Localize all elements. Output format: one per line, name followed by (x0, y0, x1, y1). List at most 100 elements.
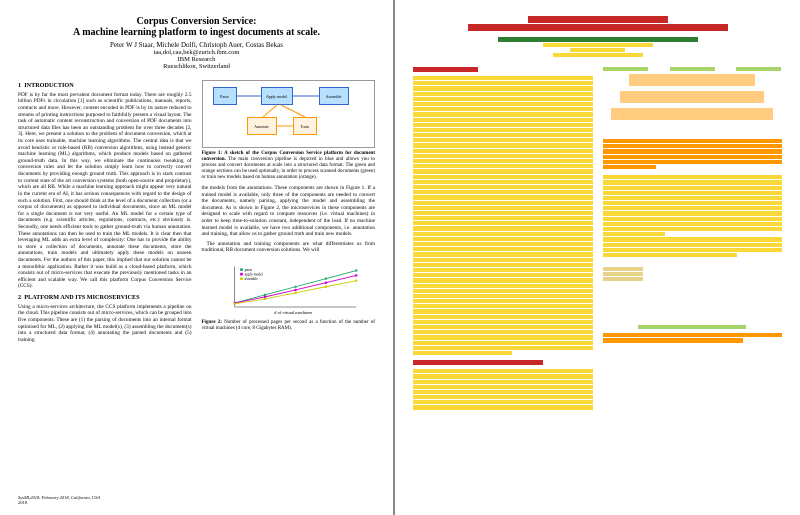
overlay-text-line (413, 81, 593, 85)
overlay-text-line (413, 330, 593, 334)
affiliation-2: Rueschlikon, Switzerland (18, 63, 375, 70)
overlay-text-line (413, 346, 593, 350)
overlay-text-line (413, 201, 593, 205)
structure-overlay-page (395, 0, 800, 515)
overlay-chart-area (603, 267, 783, 329)
paper-title-line2: A machine learning platform to ingest do… (18, 27, 375, 38)
overlay-section-heading (413, 360, 543, 365)
overlay-text-line (413, 206, 593, 210)
footer-year: 2018. (18, 500, 28, 505)
overlay-text-line (413, 320, 593, 324)
overlay-columns (413, 67, 782, 410)
overlay-text-line (413, 149, 593, 153)
title-block: Corpus Conversion Service: A machine lea… (18, 16, 375, 70)
overlay-title-bar-2 (468, 24, 728, 31)
overlay-text-line (603, 149, 783, 153)
overlay-text-line (413, 263, 593, 267)
overlay-text-line (413, 341, 593, 345)
overlay-text-line (413, 118, 593, 122)
overlay-caption-line (603, 333, 783, 337)
overlay-text-line (413, 97, 593, 101)
overlay-text-line (413, 247, 593, 251)
overlay-caption-line (603, 338, 743, 342)
overlay-text-line (603, 222, 783, 226)
overlay-text-line (413, 273, 593, 277)
column-right: Parse Apply model Assemble Annotate Trai… (202, 78, 376, 346)
overlay-text-line (413, 325, 593, 329)
fig2-caption-rest: Number of processed pages per second as … (202, 320, 375, 331)
overlay-text-line (413, 195, 593, 199)
overlay-text-line (603, 232, 666, 236)
overlay-text-line (413, 232, 593, 236)
emails-line: taa,dol,cau,bek@zurich.ibm.com (18, 49, 375, 56)
overlay-text-line (413, 390, 593, 394)
footer-venue: SysML2018, February 2018, California, US… (18, 495, 100, 505)
overlay-text-line (413, 107, 593, 111)
overlay-affil-bar-1 (570, 48, 625, 52)
overlay-text-line (413, 252, 593, 256)
section-1-heading: 1 INTRODUCTION (18, 82, 192, 90)
overlay-text-line (413, 190, 593, 194)
overlay-text-line (413, 211, 593, 215)
col2-para2: The annotation and training components a… (202, 241, 376, 254)
overlay-text-line (413, 138, 593, 142)
overlay-text-line (603, 186, 783, 190)
section2-paragraph: Using a micro-services architecture, the… (18, 304, 192, 344)
overlay-text-line (413, 164, 593, 168)
overlay-section-heading (413, 67, 478, 72)
overlay-text-line (413, 299, 593, 303)
overlay-text-line (413, 309, 593, 313)
overlay-text-line (603, 201, 783, 205)
overlay-text-line (413, 315, 593, 319)
figure-2-chart: # of virtual machines parseapply-modelas… (202, 258, 376, 320)
overlay-text-line (413, 395, 593, 399)
overlay-text-line (413, 304, 593, 308)
overlay-text-line (413, 112, 593, 116)
section-title: INTRODUCTION (24, 82, 74, 89)
overlay-text-line (413, 221, 593, 225)
overlay-text-line (413, 92, 593, 96)
overlay-text-line (413, 175, 593, 179)
overlay-title-block (413, 16, 782, 31)
paper-title-line1: Corpus Conversion Service: (18, 16, 375, 27)
overlay-text-line (413, 86, 593, 90)
overlay-text-line (413, 76, 593, 80)
overlay-text-line (413, 242, 593, 246)
overlay-text-line (603, 144, 783, 148)
overlay-text-line (413, 278, 593, 282)
overlay-text-line (413, 226, 593, 230)
overlay-text-line (603, 206, 783, 210)
overlay-text-line (413, 169, 593, 173)
overlay-text-line (413, 159, 593, 163)
overlay-text-line (413, 400, 593, 404)
overlay-text-line (603, 217, 783, 221)
paper-page: Corpus Conversion Service: A machine lea… (0, 0, 393, 515)
section-num: 2 (18, 294, 21, 301)
overlay-author-bar (498, 37, 698, 42)
section-num: 1 (18, 82, 21, 89)
overlay-text-line (413, 294, 593, 298)
col2-para1: the models from the annotations. These c… (202, 185, 376, 238)
section-title: PLATFORM AND ITS MICROSERVICES (24, 294, 139, 301)
overlay-text-line (413, 374, 593, 378)
overlay-text-line (603, 155, 783, 159)
overlay-text-line (603, 139, 783, 143)
overlay-text-line (413, 351, 512, 355)
overlay-text-line (413, 369, 593, 373)
overlay-text-line (603, 191, 783, 195)
overlay-text-line (603, 175, 783, 179)
overlay-text-line (603, 248, 783, 252)
overlay-author-block (413, 37, 782, 57)
overlay-text-line (413, 133, 593, 137)
overlay-text-line (413, 405, 593, 409)
figure-1-caption: Figure 1: A sketch of the Corpus Convers… (202, 151, 376, 181)
overlay-text-line (413, 237, 593, 241)
overlay-text-line (413, 185, 593, 189)
affiliation-1: IBM Research (18, 56, 375, 63)
svg-text:apply-model: apply-model (244, 273, 262, 277)
intro-paragraph: PDF is by far the most prevalent documen… (18, 92, 192, 290)
overlay-title-bar-1 (528, 16, 668, 23)
overlay-text-line (413, 385, 593, 389)
fig1-caption-rest: The main conversion pipeline is depicted… (202, 157, 376, 180)
arrows-icon (203, 81, 375, 147)
